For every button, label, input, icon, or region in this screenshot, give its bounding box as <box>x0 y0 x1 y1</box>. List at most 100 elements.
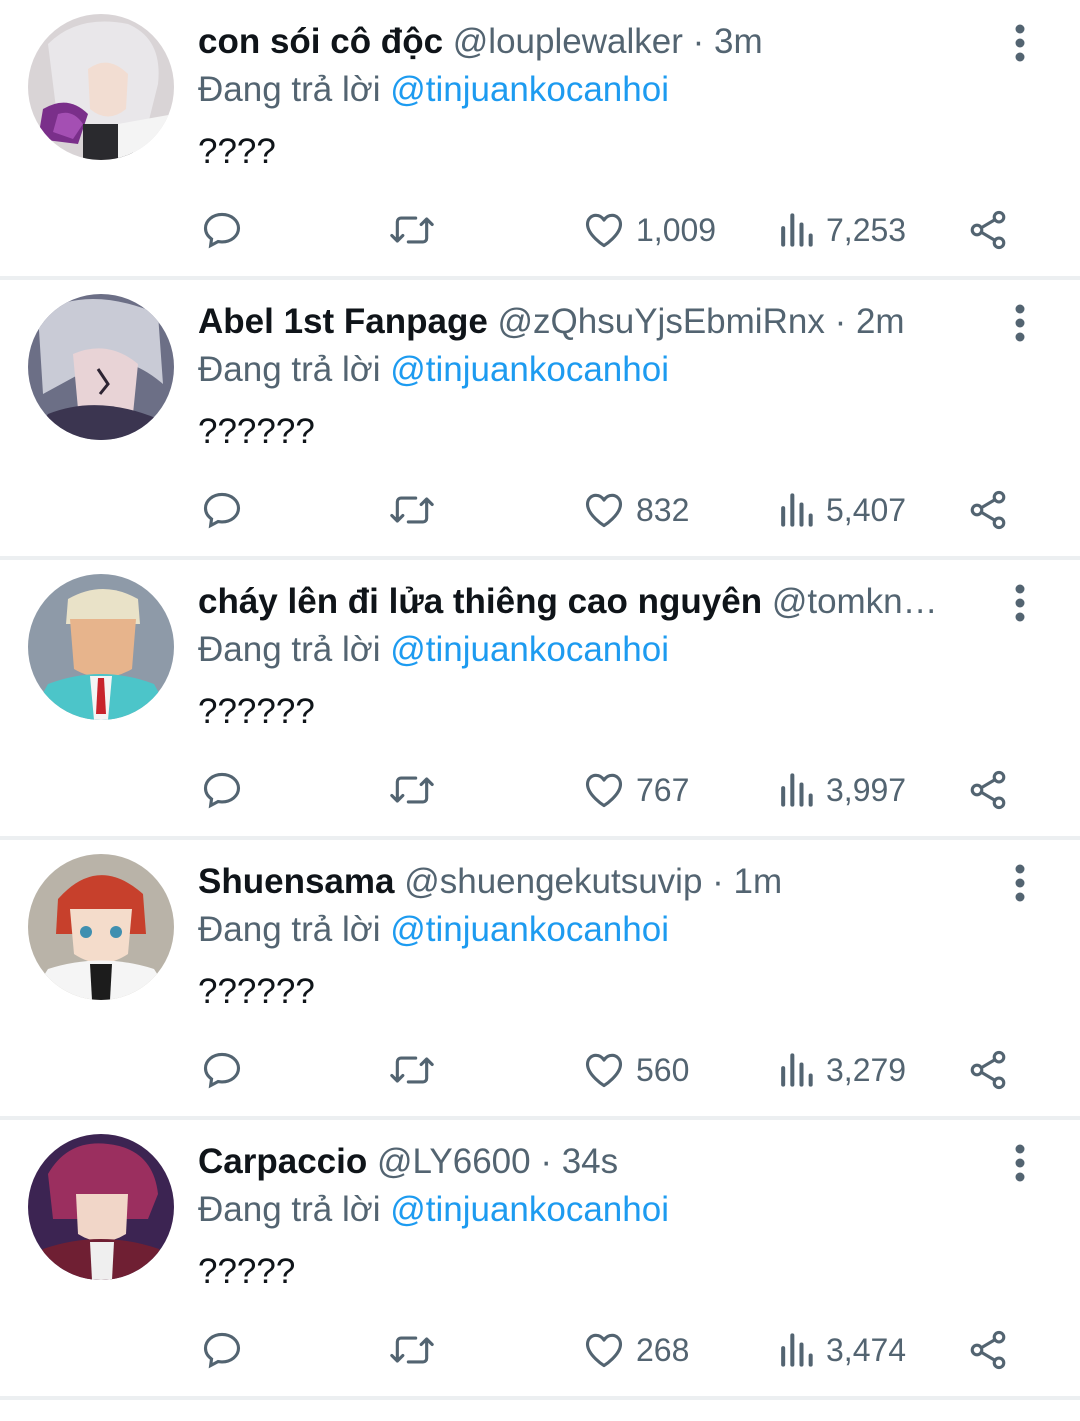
retweet-button[interactable] <box>388 1046 436 1094</box>
timestamp[interactable]: 2m <box>856 302 905 341</box>
retweet-icon <box>390 1336 434 1364</box>
more-options-button[interactable] <box>1000 18 1040 68</box>
tweet-item[interactable]: Abel 1st Fanpage @zQhsuYjsEbmiRnx · 2m Đ… <box>0 280 1080 560</box>
avatar[interactable] <box>28 574 174 720</box>
like-button[interactable]: 767 <box>582 766 689 814</box>
replying-to: Đang trả lời @tinjuankocanhoi <box>198 348 669 392</box>
timestamp[interactable]: 3m <box>714 22 763 61</box>
views-button[interactable]: 3,279 <box>776 1046 906 1094</box>
mention-link[interactable]: @tinjuankocanhoi <box>390 630 669 669</box>
display-name[interactable]: Shuensama <box>198 862 394 901</box>
like-button[interactable]: 1,009 <box>582 206 716 254</box>
display-name[interactable]: Abel 1st Fanpage <box>198 302 488 341</box>
username[interactable]: @tomkn… <box>772 582 938 621</box>
separator-dot: · <box>834 302 847 341</box>
more-vertical-icon <box>1015 584 1025 622</box>
reply-icon <box>203 1332 241 1369</box>
views-icon <box>781 773 813 807</box>
retweet-button[interactable] <box>388 486 436 534</box>
views-button[interactable]: 7,253 <box>776 206 906 254</box>
like-button[interactable]: 832 <box>582 486 689 534</box>
like-count: 268 <box>636 1331 690 1368</box>
more-options-button[interactable] <box>1000 858 1040 908</box>
views-count: 5,407 <box>826 491 907 528</box>
more-vertical-icon <box>1015 304 1025 342</box>
more-options-button[interactable] <box>1000 1138 1040 1188</box>
mention-link[interactable]: @tinjuankocanhoi <box>390 910 669 949</box>
separator-dot: · <box>712 862 724 901</box>
tweet-item[interactable]: Carpaccio @LY6600 · 34s Đang trả lời @ti… <box>0 1120 1080 1400</box>
like-count: 767 <box>636 771 690 808</box>
tweet-actions: 268 3,474 <box>198 1326 1020 1374</box>
share-button[interactable] <box>966 1326 1010 1374</box>
display-name[interactable]: Carpaccio <box>198 1142 367 1181</box>
heart-icon <box>585 773 623 808</box>
replying-to-label: Đang trả lời <box>198 630 381 669</box>
tweet-item[interactable]: cháy lên đi lửa thiêng cao nguyên @tomkn… <box>0 560 1080 840</box>
tweet-actions: 1,009 7,253 <box>198 206 1020 254</box>
views-icon <box>781 1333 813 1367</box>
avatar[interactable] <box>28 854 174 1000</box>
mention-link[interactable]: @tinjuankocanhoi <box>390 1190 669 1229</box>
heart-icon <box>585 1333 623 1368</box>
timestamp[interactable]: 1m <box>734 862 783 901</box>
views-count: 3,279 <box>826 1051 907 1088</box>
share-button[interactable] <box>966 1046 1010 1094</box>
share-button[interactable] <box>966 486 1010 534</box>
views-button[interactable]: 3,997 <box>776 766 906 814</box>
share-button[interactable] <box>966 206 1010 254</box>
reply-button[interactable] <box>200 486 244 534</box>
avatar[interactable] <box>28 14 174 160</box>
views-count: 7,253 <box>826 211 907 248</box>
reply-icon <box>203 772 241 809</box>
username[interactable]: @LY6600 <box>377 1142 531 1181</box>
views-button[interactable]: 3,474 <box>776 1326 906 1374</box>
share-icon <box>970 1330 1006 1370</box>
like-count: 832 <box>636 491 690 528</box>
reply-feed: con sói cô độc @louplewalker · 3m Đang t… <box>0 0 1080 1400</box>
username[interactable]: @louplewalker <box>453 22 683 61</box>
replying-to-label: Đang trả lời <box>198 350 381 389</box>
reply-button[interactable] <box>200 1046 244 1094</box>
timestamp[interactable]: 34s <box>562 1142 618 1181</box>
tweet-header: Shuensama @shuengekutsuvip · 1m <box>198 860 1002 904</box>
heart-icon <box>585 1053 623 1088</box>
retweet-icon <box>390 1056 434 1084</box>
retweet-button[interactable] <box>388 766 436 814</box>
username[interactable]: @shuengekutsuvip <box>404 862 702 901</box>
tweet-text: ???? <box>198 132 276 171</box>
heart-icon <box>585 493 623 528</box>
replying-to: Đang trả lời @tinjuankocanhoi <box>198 1188 669 1232</box>
tweet-actions: 767 3,997 <box>198 766 1020 814</box>
replying-to: Đang trả lời @tinjuankocanhoi <box>198 908 669 952</box>
reply-icon <box>203 1052 241 1089</box>
like-button[interactable]: 268 <box>582 1326 689 1374</box>
tweet-item[interactable]: Shuensama @shuengekutsuvip · 1m Đang trả… <box>0 840 1080 1120</box>
views-count: 3,474 <box>826 1331 907 1368</box>
views-icon <box>781 213 813 247</box>
share-button[interactable] <box>966 766 1010 814</box>
tweet-header: cháy lên đi lửa thiêng cao nguyên @tomkn… <box>198 580 1002 624</box>
mention-link[interactable]: @tinjuankocanhoi <box>390 70 669 109</box>
display-name[interactable]: con sói cô độc <box>198 22 443 61</box>
tweet-item[interactable]: con sói cô độc @louplewalker · 3m Đang t… <box>0 0 1080 280</box>
views-button[interactable]: 5,407 <box>776 486 906 534</box>
reply-button[interactable] <box>200 1326 244 1374</box>
avatar[interactable] <box>28 1134 174 1280</box>
more-options-button[interactable] <box>1000 298 1040 348</box>
tweet-actions: 560 3,279 <box>198 1046 1020 1094</box>
reply-icon <box>203 212 241 249</box>
retweet-button[interactable] <box>388 1326 436 1374</box>
tweet-actions: 832 5,407 <box>198 486 1020 534</box>
more-vertical-icon <box>1015 1144 1025 1182</box>
avatar[interactable] <box>28 294 174 440</box>
retweet-button[interactable] <box>388 206 436 254</box>
like-button[interactable]: 560 <box>582 1046 689 1094</box>
tweet-text: ?????? <box>198 972 315 1011</box>
more-options-button[interactable] <box>1000 578 1040 628</box>
display-name[interactable]: cháy lên đi lửa thiêng cao nguyên <box>198 582 762 621</box>
reply-button[interactable] <box>200 206 244 254</box>
reply-button[interactable] <box>200 766 244 814</box>
username[interactable]: @zQhsuYjsEbmiRnx <box>498 302 825 341</box>
mention-link[interactable]: @tinjuankocanhoi <box>390 350 669 389</box>
